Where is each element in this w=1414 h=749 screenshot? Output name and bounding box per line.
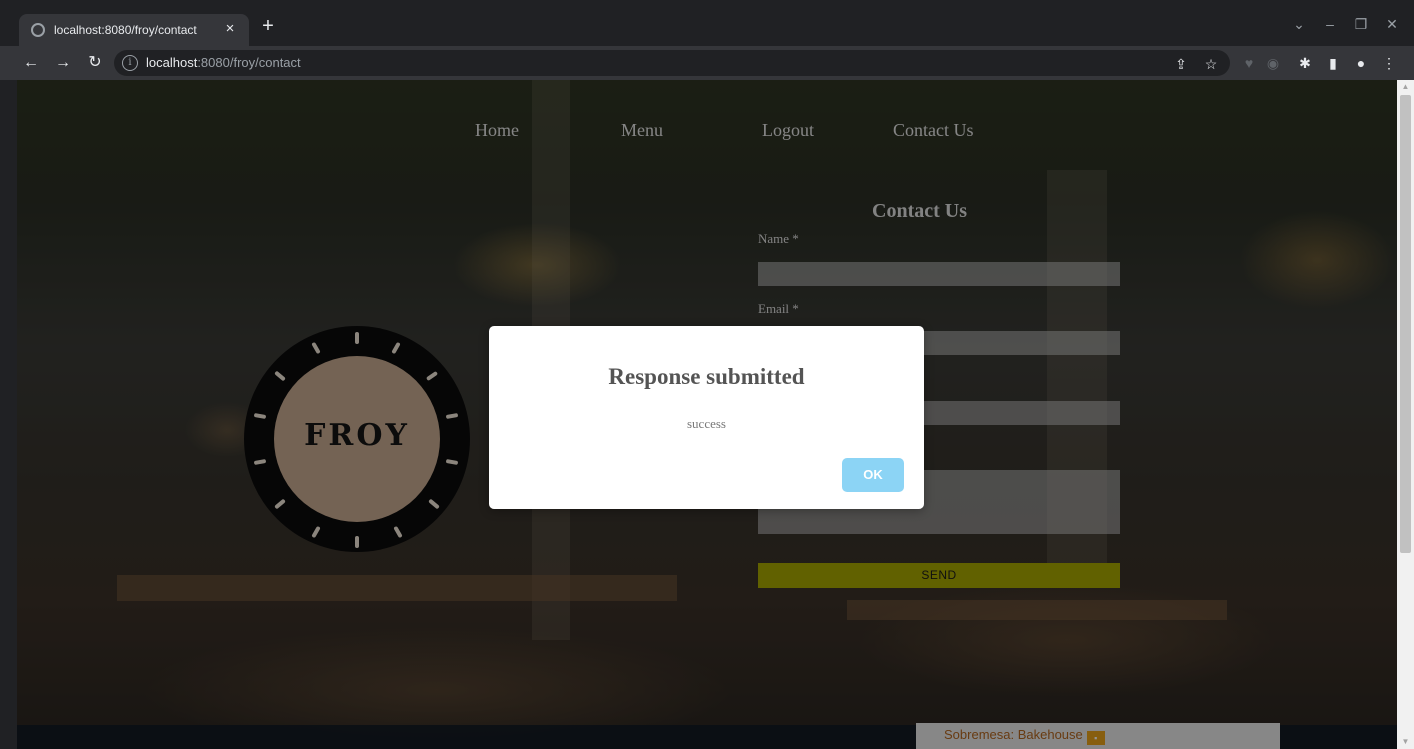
- address-bar[interactable]: i localhost:8080/froy/contact ⇪ ☆: [114, 50, 1230, 76]
- browser-toolbar: ← → ↻ i localhost:8080/froy/contact ⇪ ☆ …: [0, 46, 1414, 80]
- chevron-down-icon[interactable]: ⌄: [1287, 14, 1311, 34]
- page-viewport: Home Menu Logout Contact Us FROY Contact…: [17, 80, 1397, 749]
- ok-button[interactable]: OK: [842, 458, 904, 492]
- tab-close-button[interactable]: ×: [221, 20, 239, 38]
- back-icon[interactable]: ←: [20, 52, 42, 74]
- new-tab-button[interactable]: +: [258, 16, 278, 36]
- url-text: localhost:8080/froy/contact: [146, 55, 301, 70]
- browser-tab-bar: localhost:8080/froy/contact × + ⌄ – ❐ ✕: [0, 0, 1414, 46]
- browser-tab[interactable]: localhost:8080/froy/contact ×: [19, 14, 249, 46]
- extension-icon[interactable]: ◉: [1264, 54, 1282, 72]
- globe-icon: [31, 23, 45, 37]
- dialog-title: Response submitted: [608, 364, 805, 389]
- scroll-up-icon[interactable]: ▲: [1397, 80, 1414, 94]
- forward-icon[interactable]: →: [52, 52, 74, 74]
- site-info-icon[interactable]: i: [122, 55, 138, 71]
- profile-icon[interactable]: ●: [1352, 54, 1370, 72]
- extensions-icon[interactable]: ✱: [1296, 54, 1314, 72]
- side-panel-icon[interactable]: ▮: [1324, 54, 1342, 72]
- dialog-message: success: [687, 416, 726, 431]
- restore-icon[interactable]: ❐: [1349, 14, 1373, 34]
- page-scrollbar[interactable]: ▲ ▼: [1397, 80, 1414, 749]
- minimize-icon[interactable]: –: [1318, 14, 1342, 34]
- alert-dialog: Response submitted success OK: [489, 326, 924, 509]
- menu-icon[interactable]: ⋮: [1380, 54, 1398, 72]
- share-icon[interactable]: ⇪: [1172, 55, 1190, 73]
- star-icon[interactable]: ☆: [1202, 55, 1220, 73]
- scroll-down-icon[interactable]: ▼: [1397, 735, 1414, 749]
- tab-title: localhost:8080/froy/contact: [54, 23, 197, 37]
- scrollbar-thumb[interactable]: [1400, 95, 1411, 553]
- reload-icon[interactable]: ↻: [84, 52, 106, 74]
- close-window-icon[interactable]: ✕: [1380, 14, 1404, 34]
- extension-pin-icon[interactable]: ♥: [1240, 54, 1258, 72]
